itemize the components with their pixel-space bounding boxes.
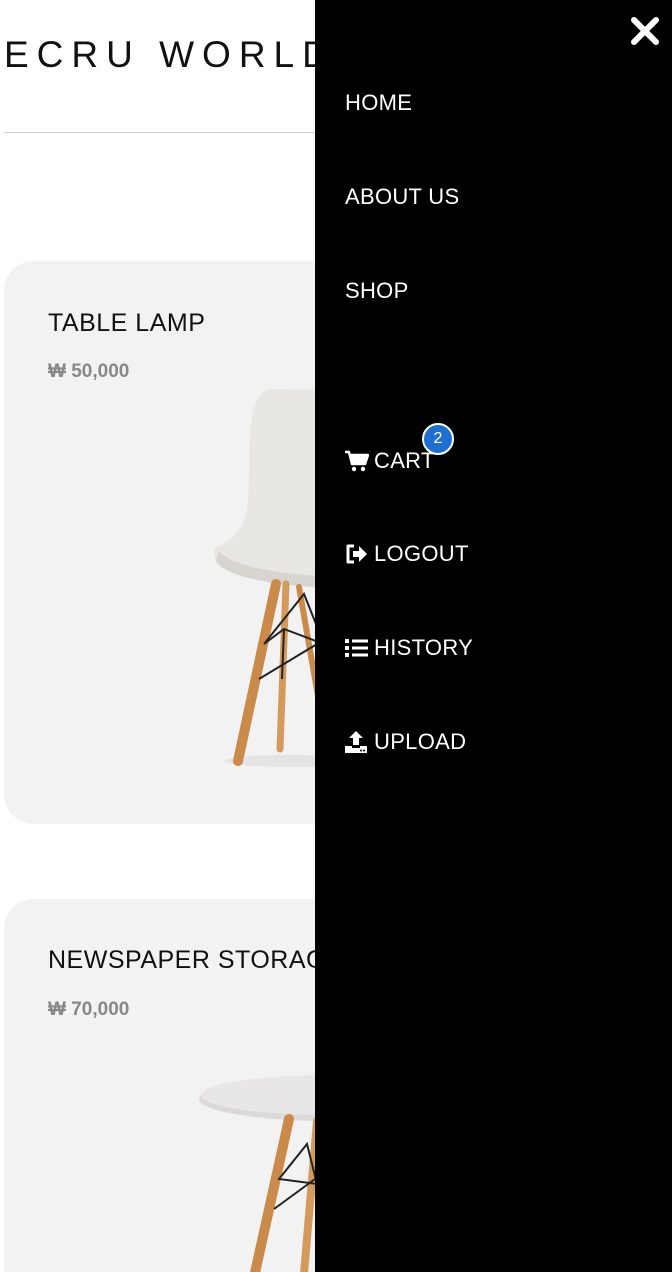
nav-label: HISTORY <box>374 635 474 660</box>
logout-icon <box>345 543 369 565</box>
product-title[interactable]: TABLE LAMP <box>48 309 205 338</box>
side-drawer: HOME ABOUT US SHOP CART 2 LOGOUT HISTORY… <box>315 0 672 1272</box>
nav-history[interactable]: HISTORY <box>345 635 473 661</box>
nav-home[interactable]: HOME <box>345 90 412 116</box>
close-icon[interactable] <box>628 14 662 48</box>
nav-label: LOGOUT <box>374 541 469 566</box>
cart-count-badge: 2 <box>422 423 454 455</box>
product-price: ₩ 50,000 <box>48 361 130 382</box>
cart-icon <box>345 450 370 472</box>
nav-cart[interactable]: CART <box>345 448 435 474</box>
upload-icon <box>345 731 369 753</box>
nav-shop[interactable]: SHOP <box>345 278 409 304</box>
nav-label: UPLOAD <box>374 729 467 754</box>
page: ECRU WORLD TABLE LAMP ₩ 50,000 NEWSPAPER… <box>0 0 672 1272</box>
nav-label: SHOP <box>345 278 409 303</box>
nav-label: CART <box>374 448 435 473</box>
product-title[interactable]: NEWSPAPER STORAGE <box>48 946 343 975</box>
nav-label: HOME <box>345 90 413 115</box>
nav-label: ABOUT US <box>345 184 460 209</box>
nav-logout[interactable]: LOGOUT <box>345 541 469 567</box>
brand-logo[interactable]: ECRU WORLD <box>4 34 337 76</box>
nav-upload[interactable]: UPLOAD <box>345 729 466 755</box>
list-icon <box>345 637 369 659</box>
nav-about-us[interactable]: ABOUT US <box>345 184 459 210</box>
product-price: ₩ 70,000 <box>48 999 130 1020</box>
